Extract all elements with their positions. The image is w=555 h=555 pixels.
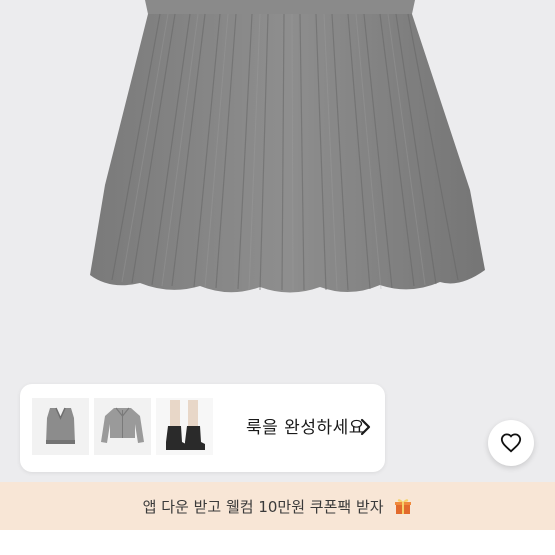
bottom-area <box>0 530 555 555</box>
ankle-boots-icon[interactable] <box>156 398 213 455</box>
complete-the-look-card[interactable]: 룩을 완성하세요 <box>20 384 385 472</box>
heart-icon <box>500 433 522 453</box>
favorite-button[interactable] <box>488 420 534 466</box>
chevron-right-icon[interactable] <box>358 413 374 441</box>
complete-look-label: 룩을 완성하세요 <box>246 418 365 438</box>
promo-banner[interactable]: 앱 다운 받고 웰컴 10만원 쿠폰팩 받자 <box>0 482 555 530</box>
promo-text: 앱 다운 받고 웰컴 10만원 쿠폰팩 받자 <box>142 498 384 516</box>
sweater-vest-icon[interactable] <box>32 398 89 455</box>
gift-icon <box>395 499 412 514</box>
cropped-jacket-icon[interactable] <box>94 398 151 455</box>
